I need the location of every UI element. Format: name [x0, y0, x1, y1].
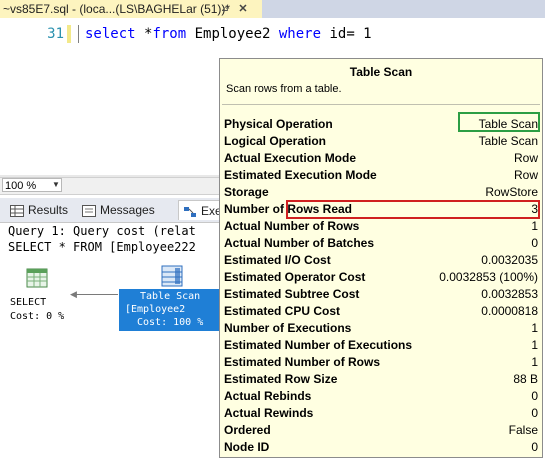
keyword-from: from	[152, 26, 187, 42]
tooltip-row-value: 1	[531, 338, 538, 352]
select-operator-label: SELECT	[10, 297, 47, 308]
tooltip-row: Logical Operation Table Scan	[224, 133, 538, 150]
tooltip-row: Estimated Operator Cost 0.0032853 (100%)	[224, 269, 538, 286]
keyword-where: where	[278, 26, 322, 42]
tooltip-row-label: Number of Executions	[224, 321, 352, 335]
tooltip-row-value: 0	[531, 389, 538, 403]
select-operator-cost: Cost: 0 %	[10, 311, 65, 322]
tooltip-row-label: Actual Number of Rows	[224, 219, 360, 233]
tooltip-row-label: Actual Number of Batches	[224, 236, 375, 250]
query-cost-line: Query 1: Query cost (relat	[8, 224, 196, 238]
code-line[interactable]: select *from Employee2 where id= 1	[85, 25, 372, 43]
highlight-box-green	[458, 112, 540, 132]
tab-messages-label: Messages	[100, 203, 155, 217]
tooltip-row-label: Logical Operation	[224, 134, 327, 148]
execution-plan-icon	[184, 206, 196, 217]
tooltip-row-label: Physical Operation	[224, 117, 333, 131]
tooltip-row-label: Estimated Operator Cost	[224, 270, 366, 284]
messages-icon	[82, 204, 96, 217]
tooltip-row: Actual Number of Batches 0	[224, 235, 538, 252]
tooltip-row-value: 1	[531, 321, 538, 335]
tooltip-row-value: 0.0032853 (100%)	[439, 270, 538, 284]
plan-connector	[74, 294, 118, 295]
tooltip-row-value: 1	[531, 355, 538, 369]
table-scan-object: [Employee2	[125, 304, 186, 315]
tooltip-row: Ordered False	[224, 422, 538, 439]
tooltip-row-label: Estimated I/O Cost	[224, 253, 331, 267]
tooltip-row-label: Estimated Number of Rows	[224, 355, 381, 369]
tooltip-row: Estimated Number of Rows 1	[224, 354, 538, 371]
tooltip-row-value: False	[508, 423, 538, 437]
change-indicator	[67, 25, 71, 43]
code-condition: id= 1	[321, 26, 372, 42]
highlight-box-red	[286, 200, 540, 219]
tooltip-row-label: Actual Rewinds	[224, 406, 314, 420]
tooltip-row-label: Node ID	[224, 440, 270, 454]
tooltip-title: Table Scan	[349, 65, 413, 79]
chevron-down-icon[interactable]: ▼	[50, 178, 62, 192]
tab-messages[interactable]: Messages	[78, 200, 174, 220]
tooltip-row: Estimated Execution Mode Row	[224, 167, 538, 184]
tooltip-row-label: Estimated Row Size	[224, 372, 338, 386]
tooltip-description: Scan rows from a table.	[226, 83, 342, 95]
tooltip-row-value: 0.0032853	[481, 287, 538, 301]
tooltip-row: Actual Rewinds 0	[224, 405, 538, 422]
tooltip-row-label: Actual Execution Mode	[224, 151, 357, 165]
tooltip-row: Actual Rebinds 0	[224, 388, 538, 405]
table-scan-label: Table Scan	[140, 291, 201, 302]
tooltip-row-label: Actual Rebinds	[224, 389, 312, 403]
tooltip-row: Node ID 0	[224, 439, 538, 456]
tooltip-row-value: 0.0032035	[481, 253, 538, 267]
tooltip-row-label: Estimated Subtree Cost	[224, 287, 360, 301]
pin-icon[interactable]: ⊿	[218, 0, 232, 18]
table-scan-icon[interactable]	[160, 264, 184, 288]
query-text-line: SELECT * FROM [Employee222	[8, 240, 196, 254]
tab-results-label: Results	[28, 203, 69, 217]
document-tab-title: ~vs85E7.sql - (loca...(LS\BAGHELar (51))…	[3, 2, 231, 16]
tooltip-row: Estimated Subtree Cost 0.0032853	[224, 286, 538, 303]
tooltip-row-value: 0	[531, 440, 538, 454]
tooltip-row-value: 0	[531, 236, 538, 250]
keyword-select: select	[85, 26, 136, 42]
tooltip-row-value: 88 B	[513, 372, 538, 386]
tooltip-row: Estimated CPU Cost 0.0000818	[224, 303, 538, 320]
tooltip-row-label: Estimated CPU Cost	[224, 304, 341, 318]
tooltip-row: Estimated Row Size 88 B	[224, 371, 538, 388]
select-operator-icon[interactable]	[26, 267, 48, 289]
tooltip-row-label: Ordered	[224, 423, 271, 437]
code-star: *	[135, 26, 153, 42]
tab-results[interactable]: Results	[6, 200, 72, 220]
execution-plan-pane[interactable]	[0, 223, 225, 461]
tooltip-divider	[222, 104, 540, 105]
tooltip-row-value: RowStore	[485, 185, 538, 199]
tooltip-row-label: Storage	[224, 185, 269, 199]
editor-caret	[78, 25, 79, 43]
tooltip-row: Estimated Number of Executions 1	[224, 337, 538, 354]
grid-icon	[10, 204, 24, 217]
close-icon[interactable]: ✕	[236, 0, 250, 18]
tooltip-row: Actual Execution Mode Row	[224, 150, 538, 167]
tooltip-row-value: 1	[531, 219, 538, 233]
tooltip-row: Estimated I/O Cost 0.0032035	[224, 252, 538, 269]
table-scan-cost: Cost: 100 %	[137, 317, 204, 328]
tooltip-row-label: Estimated Execution Mode	[224, 168, 377, 182]
tooltip-row: Storage RowStore	[224, 184, 538, 201]
tooltip-row-label: Estimated Number of Executions	[224, 338, 413, 352]
line-number: 31	[47, 26, 64, 42]
tooltip-row-value: Row	[513, 151, 538, 165]
tooltip-row-value: Row	[513, 168, 538, 182]
tooltip-row-value: 0.0000818	[481, 304, 538, 318]
tooltip-row: Actual Number of Rows 1	[224, 218, 538, 235]
tooltip-row: Number of Executions 1	[224, 320, 538, 337]
code-table: Employee2	[186, 26, 279, 42]
tooltip-row-value: 0	[531, 406, 538, 420]
tooltip-row-value: Table Scan	[478, 134, 538, 148]
